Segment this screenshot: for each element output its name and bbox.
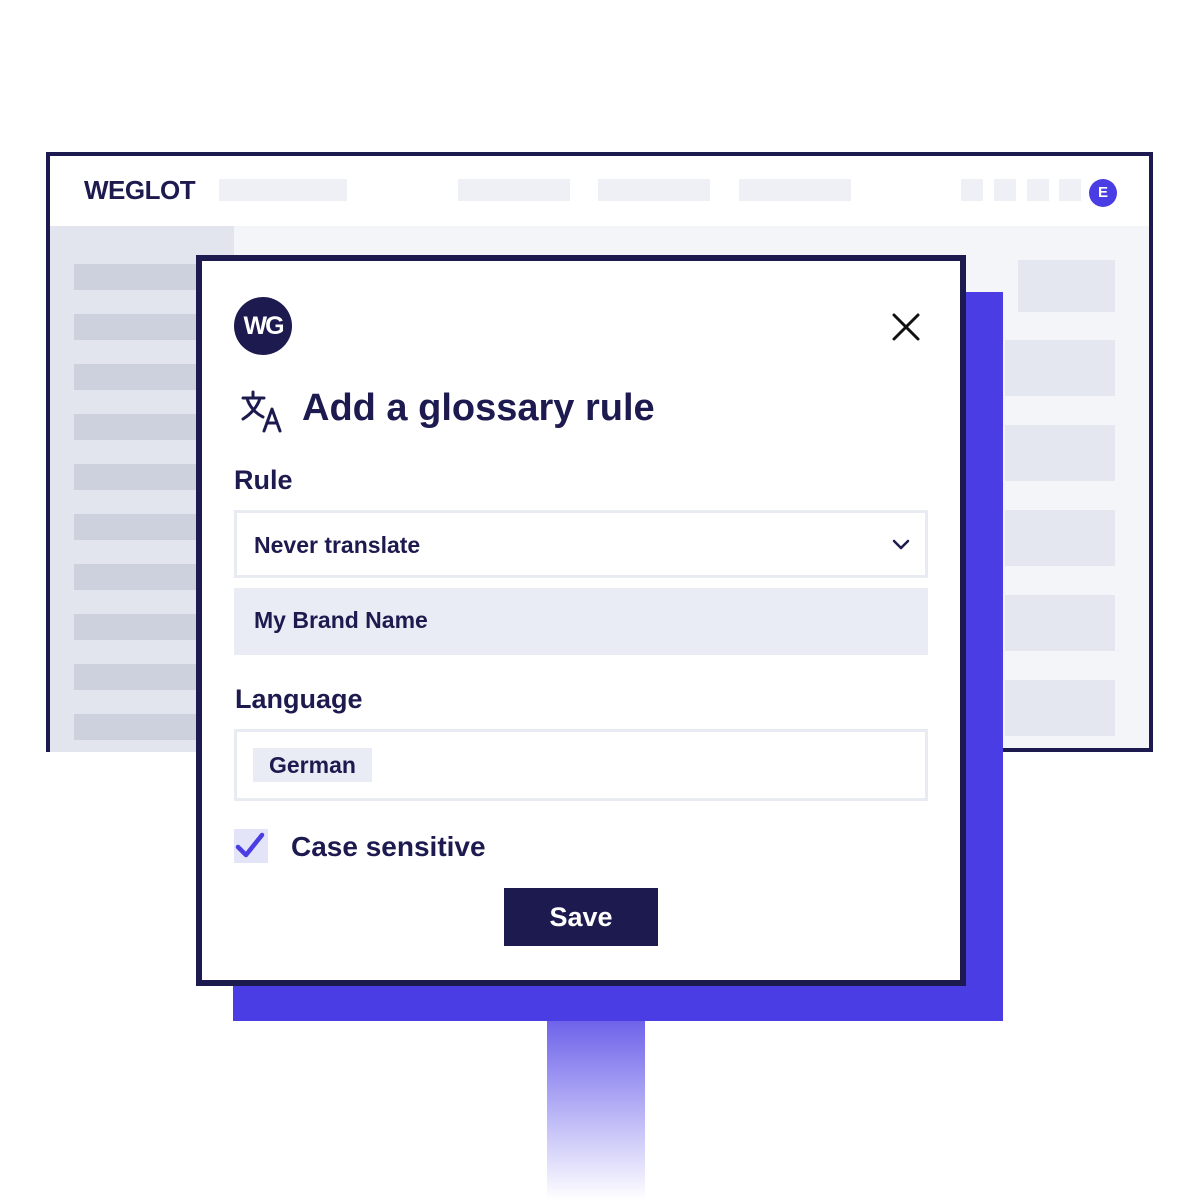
content-placeholder (1005, 595, 1115, 651)
sidebar-item[interactable] (74, 414, 214, 440)
rule-select[interactable]: Never translate (234, 510, 928, 578)
content-placeholder (1018, 260, 1115, 312)
term-input[interactable]: My Brand Name (234, 588, 928, 655)
rule-label: Rule (234, 465, 293, 495)
header-icon-placeholder[interactable] (1059, 179, 1081, 201)
rule-select-value: Never translate (254, 532, 421, 558)
decorative-glow (547, 1020, 645, 1200)
content-placeholder (1005, 510, 1115, 566)
translate-icon (241, 390, 282, 433)
sidebar-item[interactable] (74, 514, 214, 540)
sidebar-item[interactable] (74, 364, 214, 390)
case-sensitive-checkbox[interactable] (234, 829, 268, 863)
header-placeholder (219, 179, 347, 201)
close-icon[interactable] (890, 311, 922, 343)
header-icon-placeholder[interactable] (994, 179, 1016, 201)
dialog-title: Add a glossary rule (302, 387, 655, 429)
language-chip[interactable]: German (253, 748, 372, 782)
brand-logo: WEGLOT (84, 175, 196, 205)
content-placeholder (1005, 340, 1115, 396)
sidebar-item[interactable] (74, 664, 214, 690)
weglot-logo: WG (234, 297, 292, 355)
content-placeholder (1005, 680, 1115, 736)
case-sensitive-label: Case sensitive (291, 831, 486, 862)
avatar[interactable]: E (1089, 179, 1117, 207)
app-header: WEGLOT E (50, 156, 1149, 226)
sidebar-item[interactable] (74, 264, 214, 290)
sidebar-item[interactable] (74, 314, 214, 340)
glossary-rule-dialog: WG Add a glossary rule Rule Never transl… (196, 255, 966, 986)
nav-placeholder[interactable] (739, 179, 851, 201)
nav-placeholder[interactable] (598, 179, 710, 201)
chevron-down-icon (892, 539, 910, 550)
content-placeholder (1005, 425, 1115, 481)
check-icon (235, 832, 265, 858)
save-button[interactable]: Save (504, 888, 658, 946)
header-icon-placeholder[interactable] (1027, 179, 1049, 201)
sidebar-item[interactable] (74, 464, 214, 490)
sidebar-item[interactable] (74, 714, 214, 740)
sidebar-item[interactable] (74, 614, 214, 640)
term-input-value: My Brand Name (254, 607, 428, 633)
sidebar-item[interactable] (74, 564, 214, 590)
language-field[interactable]: German (234, 729, 928, 801)
nav-placeholder[interactable] (458, 179, 570, 201)
header-icon-placeholder[interactable] (961, 179, 983, 201)
language-label: Language (235, 684, 363, 714)
